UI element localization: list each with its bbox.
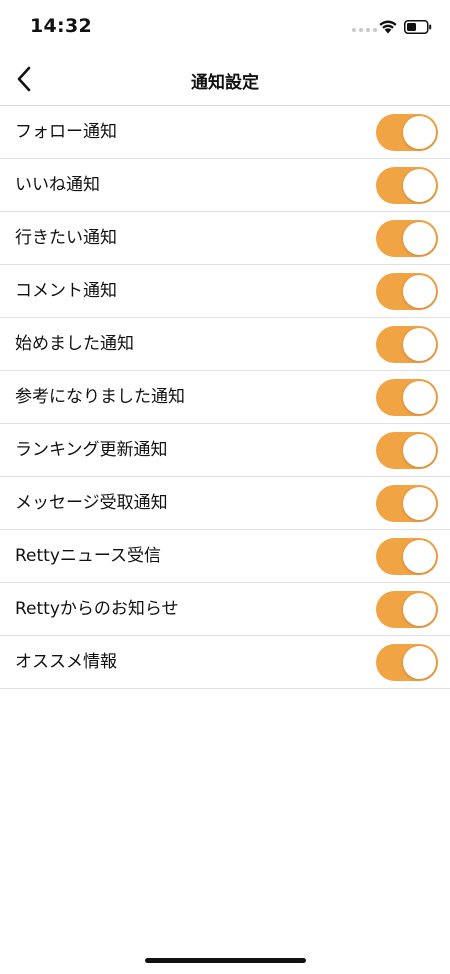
setting-row-comment: コメント通知 [0,265,450,318]
setting-label: コメント通知 [15,281,117,301]
setting-row-helpful: 参考になりました通知 [0,371,450,424]
setting-row-retty-announcements: Rettyからのお知らせ [0,583,450,636]
setting-label: 行きたい通知 [15,228,117,248]
setting-label: Rettyからのお知らせ [15,599,179,619]
notification-settings-list: フォロー通知 いいね通知 行きたい通知 コメント通知 始めました通知 参考になり… [0,106,450,689]
toggle-knob [403,434,436,467]
message-received-toggle[interactable] [376,485,438,522]
setting-label: オススメ情報 [15,652,117,672]
toggle-knob [403,646,436,679]
toggle-knob [403,328,436,361]
setting-row-recommendations: オススメ情報 [0,636,450,689]
setting-label: いいね通知 [15,175,100,195]
page-title: 通知設定 [191,73,259,93]
setting-label: メッセージ受取通知 [15,493,168,513]
status-time: 14:32 [30,15,92,37]
setting-row-want-to-go: 行きたい通知 [0,212,450,265]
setting-label: 参考になりました通知 [15,387,185,407]
toggle-knob [403,540,436,573]
toggle-knob [403,222,436,255]
cellular-signal-icon [352,28,377,32]
battery-icon [404,20,432,34]
toggle-knob [403,381,436,414]
setting-label: ランキング更新通知 [15,440,168,460]
recommendations-toggle[interactable] [376,644,438,681]
comment-notification-toggle[interactable] [376,273,438,310]
setting-row-started: 始めました通知 [0,318,450,371]
want-to-go-notification-toggle[interactable] [376,220,438,257]
toggle-knob [403,593,436,626]
setting-row-like: いいね通知 [0,159,450,212]
started-notification-toggle[interactable] [376,326,438,363]
setting-row-message: メッセージ受取通知 [0,477,450,530]
setting-label: フォロー通知 [15,122,117,142]
follow-notification-toggle[interactable] [376,114,438,151]
toggle-knob [403,169,436,202]
setting-row-follow: フォロー通知 [0,106,450,159]
helpful-notification-toggle[interactable] [376,379,438,416]
toggle-knob [403,487,436,520]
ranking-update-toggle[interactable] [376,432,438,469]
status-bar: 14:32 [0,0,450,52]
setting-label: 始めました通知 [15,334,134,354]
setting-row-ranking: ランキング更新通知 [0,424,450,477]
toggle-knob [403,116,436,149]
setting-label: Rettyニュース受信 [15,546,162,566]
wifi-icon [379,20,397,34]
navigation-bar: 通知設定 [0,52,450,106]
setting-row-retty-news: Rettyニュース受信 [0,530,450,583]
like-notification-toggle[interactable] [376,167,438,204]
home-indicator [145,958,306,963]
retty-news-toggle[interactable] [376,538,438,575]
retty-announcements-toggle[interactable] [376,591,438,628]
toggle-knob [403,275,436,308]
